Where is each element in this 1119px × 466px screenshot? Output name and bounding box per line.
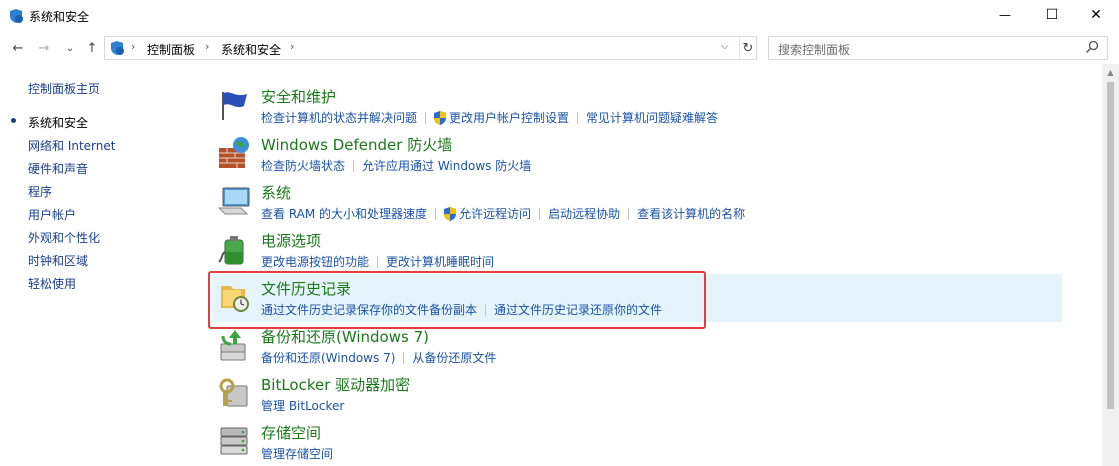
sidebar-item-clock-region[interactable]: 时钟和区域 <box>28 252 88 269</box>
up-arrow-icon: ↑ <box>86 40 98 56</box>
scrollbar-thumb[interactable] <box>1107 82 1114 409</box>
title-bar: 系统和安全 — ☐ ✕ <box>0 0 1119 32</box>
sidebar-item-ease-of-access[interactable]: 轻松使用 <box>28 275 76 292</box>
breadcrumb-separator[interactable]: › <box>205 40 209 53</box>
minimize-button[interactable]: — <box>982 0 1028 30</box>
link-check-status[interactable]: 检查计算机的状态并解决问题 <box>261 109 417 126</box>
link-power-button[interactable]: 更改电源按钮的功能 <box>261 253 369 270</box>
category-links: 管理存储空间 <box>261 445 333 462</box>
link-divider <box>353 159 355 172</box>
link-ram-cpu[interactable]: 查看 RAM 的大小和处理器速度 <box>261 205 427 222</box>
category-storage-spaces: 存储空间 管理存储空间 <box>212 418 1062 466</box>
category-bitlocker: BitLocker 驱动器加密 管理 BitLocker <box>212 370 1062 418</box>
category-title[interactable]: 存储空间 <box>261 422 321 443</box>
system-icon <box>217 187 250 215</box>
maximize-icon: ☐ <box>1045 7 1059 23</box>
minimize-icon: — <box>999 8 1011 22</box>
refresh-icon: ↻ <box>742 40 754 56</box>
sidebar-item-user-accounts[interactable]: 用户帐户 <box>28 206 76 223</box>
category-firewall: Windows Defender 防火墙 检查防火墙状态 允许应用通过 Wind… <box>212 130 1062 178</box>
up-button[interactable]: ↑ <box>84 40 100 56</box>
link-divider <box>435 207 437 220</box>
address-dropdown-icon[interactable]: ⌵ <box>721 41 729 52</box>
sidebar-item-system-security[interactable]: 系统和安全 <box>28 114 88 131</box>
link-divider <box>377 255 379 268</box>
category-title[interactable]: 系统 <box>261 182 291 203</box>
close-icon: ✕ <box>1090 7 1102 23</box>
link-uac-settings[interactable]: 更改用户帐户控制设置 <box>449 109 569 126</box>
flag-icon <box>222 92 247 120</box>
vertical-scrollbar[interactable]: ▲ <box>1102 64 1119 466</box>
category-links: 更改电源按钮的功能 更改计算机睡眠时间 <box>261 253 494 270</box>
link-restore-from-backup[interactable]: 从备份还原文件 <box>412 349 496 366</box>
link-divider <box>403 351 405 364</box>
forward-arrow-icon: → <box>38 40 50 56</box>
link-sleep-time[interactable]: 更改计算机睡眠时间 <box>386 253 494 270</box>
uac-shield-icon <box>434 110 447 125</box>
search-input[interactable]: 搜索控制面板 <box>768 36 1108 60</box>
link-remote-access[interactable]: 允许远程访问 <box>459 205 531 222</box>
breadcrumb-separator[interactable]: › <box>131 40 135 53</box>
forward-button[interactable]: → <box>36 40 52 56</box>
link-divider <box>577 111 579 124</box>
backup-icon <box>220 330 246 361</box>
category-title[interactable]: 电源选项 <box>261 230 321 251</box>
category-title[interactable]: BitLocker 驱动器加密 <box>261 374 410 395</box>
recent-locations-button[interactable]: ⌄ <box>62 40 78 56</box>
category-power-options: 电源选项 更改电源按钮的功能 更改计算机睡眠时间 <box>212 226 1062 274</box>
search-icon[interactable] <box>1085 40 1099 54</box>
link-backup-restore[interactable]: 备份和还原(Windows 7) <box>261 349 395 366</box>
close-button[interactable]: ✕ <box>1073 0 1119 30</box>
link-manage-bitlocker[interactable]: 管理 BitLocker <box>261 397 344 414</box>
link-divider <box>425 111 427 124</box>
current-item-bullet <box>11 118 16 123</box>
sidebar-item-home[interactable]: 控制面板主页 <box>28 80 100 97</box>
link-divider <box>539 207 541 220</box>
firewall-icon <box>219 137 249 168</box>
back-button[interactable]: ← <box>10 40 26 56</box>
storage-icon <box>220 427 248 455</box>
breadcrumb-control-panel[interactable]: 控制面板 <box>147 41 195 58</box>
category-title[interactable]: 安全和维护 <box>261 86 336 107</box>
category-links: 检查计算机的状态并解决问题 更改用户帐户控制设置 常见计算机问题疑难解答 <box>261 109 718 126</box>
scroll-up-icon[interactable]: ▲ <box>1102 64 1119 81</box>
category-links: 管理 BitLocker <box>261 397 344 414</box>
link-firewall-status[interactable]: 检查防火墙状态 <box>261 157 345 174</box>
control-panel-icon <box>10 9 23 23</box>
maximize-button[interactable]: ☐ <box>1029 0 1075 30</box>
power-icon <box>218 236 244 265</box>
window-title: 系统和安全 <box>29 10 90 24</box>
link-remote-assistance[interactable]: 启动远程协助 <box>548 205 620 222</box>
uac-shield-icon <box>444 206 457 221</box>
category-backup-restore: 备份和还原(Windows 7) 备份和还原(Windows 7) 从备份还原文… <box>212 322 1062 370</box>
category-links: 备份和还原(Windows 7) 从备份还原文件 <box>261 349 496 366</box>
sidebar-item-programs[interactable]: 程序 <box>28 183 52 200</box>
category-system: 系统 查看 RAM 的大小和处理器速度 允许远程访问 启动远程协助 查看该计算机… <box>212 178 1062 226</box>
breadcrumb-system-security[interactable]: 系统和安全 <box>221 41 281 58</box>
sidebar-item-appearance[interactable]: 外观和个性化 <box>28 229 100 246</box>
category-links: 检查防火墙状态 允许应用通过 Windows 防火墙 <box>261 157 531 174</box>
category-security-maintenance: 安全和维护 检查计算机的状态并解决问题 更改用户帐户控制设置 常见计算机问题疑难… <box>212 82 1062 130</box>
category-links: 查看 RAM 的大小和处理器速度 允许远程访问 启动远程协助 查看该计算机的名称 <box>261 205 745 222</box>
back-arrow-icon: ← <box>12 40 24 56</box>
refresh-button[interactable]: ↻ <box>739 37 756 59</box>
sidebar-item-network[interactable]: 网络和 Internet <box>28 137 115 154</box>
chevron-down-icon: ⌄ <box>65 42 75 54</box>
highlight-annotation-box <box>208 271 706 329</box>
sidebar-item-hardware-sound[interactable]: 硬件和声音 <box>28 160 88 177</box>
control-panel-icon <box>111 41 124 55</box>
link-manage-storage[interactable]: 管理存储空间 <box>261 445 333 462</box>
link-troubleshoot[interactable]: 常见计算机问题疑难解答 <box>586 109 718 126</box>
category-title[interactable]: 备份和还原(Windows 7) <box>261 326 429 347</box>
breadcrumb-separator[interactable]: › <box>290 40 294 53</box>
link-allow-app[interactable]: 允许应用通过 Windows 防火墙 <box>362 157 531 174</box>
address-bar[interactable]: › 控制面板 › 系统和安全 › ⌵ ↻ <box>104 36 757 60</box>
bitlocker-icon <box>219 378 248 407</box>
category-title[interactable]: Windows Defender 防火墙 <box>261 134 452 155</box>
link-divider <box>628 207 630 220</box>
link-computer-name[interactable]: 查看该计算机的名称 <box>637 205 745 222</box>
search-placeholder: 搜索控制面板 <box>778 43 851 57</box>
